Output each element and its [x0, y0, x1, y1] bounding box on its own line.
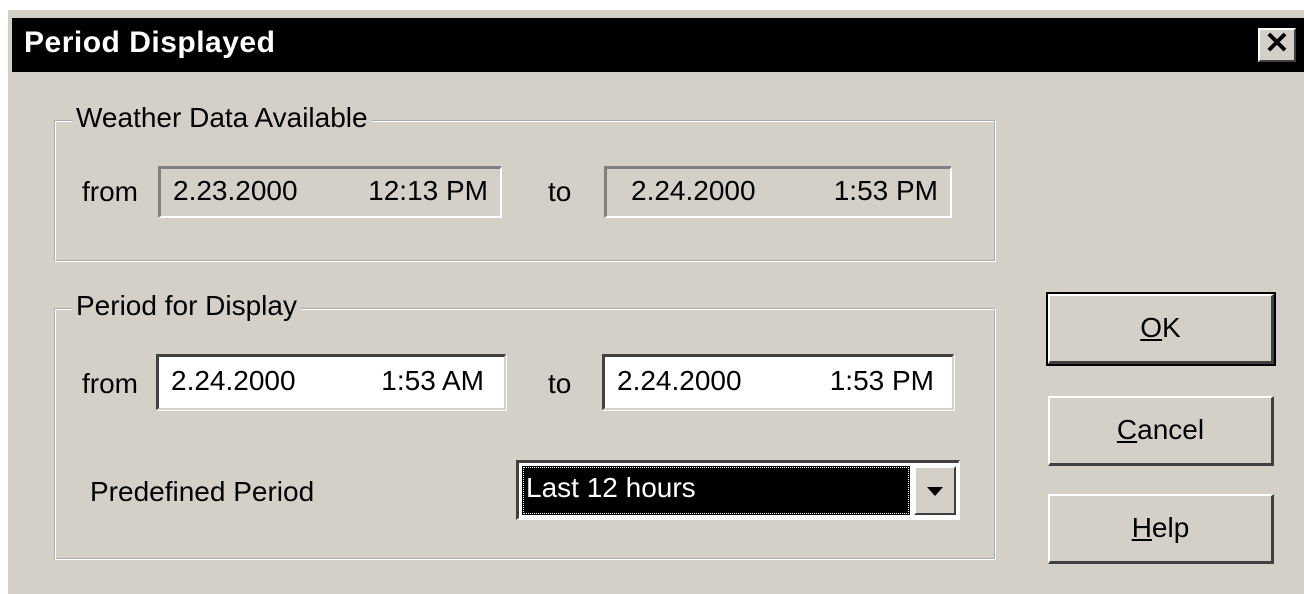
period-from-input[interactable]: 2.24.2000 1:53 AM — [156, 354, 506, 410]
weather-to-time: 1:53 PM — [833, 175, 938, 206]
period-to-date: 2.24.2000 — [617, 365, 742, 396]
period-from-label: from — [82, 368, 138, 399]
weather-data-group-label: Weather Data Available — [72, 102, 372, 134]
ok-mnemonic: O — [1140, 312, 1163, 343]
predefined-period-select[interactable]: Last 12 hours — [516, 460, 960, 520]
weather-from-label: from — [82, 176, 138, 207]
weather-to-date: 2.24.2000 — [631, 175, 756, 206]
period-to-time: 1:53 PM — [829, 365, 934, 396]
dialog-title: Period Displayed — [24, 26, 276, 59]
close-button[interactable]: ✕ — [1258, 28, 1296, 62]
period-to-label: to — [548, 368, 572, 399]
title-bar[interactable]: Period Displayed ✕ — [12, 18, 1304, 72]
close-icon: ✕ — [1264, 27, 1290, 60]
cancel-mnemonic: C — [1116, 414, 1138, 445]
weather-from-date: 2.23.2000 — [173, 175, 298, 206]
cancel-button[interactable]: Cancel — [1048, 396, 1274, 466]
cancel-label: ancel — [1137, 414, 1205, 445]
help-label: elp — [1151, 512, 1190, 543]
help-button[interactable]: Help — [1048, 494, 1274, 564]
dropdown-button[interactable] — [914, 466, 956, 515]
period-from-time: 1:53 AM — [381, 365, 484, 396]
period-display-group — [54, 308, 996, 560]
chevron-down-icon — [927, 486, 943, 496]
ok-button[interactable]: OK — [1046, 292, 1276, 366]
period-from-date: 2.24.2000 — [171, 365, 296, 396]
period-display-group-label: Period for Display — [72, 290, 301, 322]
weather-to-field: 2.24.2000 1:53 PM — [604, 166, 952, 218]
weather-to-label: to — [548, 176, 572, 207]
weather-from-field: 2.23.2000 12:13 PM — [158, 166, 502, 218]
predefined-period-label: Predefined Period — [90, 476, 315, 507]
weather-from-time: 12:13 PM — [368, 175, 488, 206]
period-to-input[interactable]: 2.24.2000 1:53 PM — [602, 354, 954, 410]
predefined-period-value: Last 12 hours — [522, 466, 910, 515]
dialog-body: Weather Data Available from 2.23.2000 12… — [12, 72, 1304, 594]
help-mnemonic: H — [1131, 512, 1152, 543]
ok-label: K — [1162, 312, 1181, 343]
